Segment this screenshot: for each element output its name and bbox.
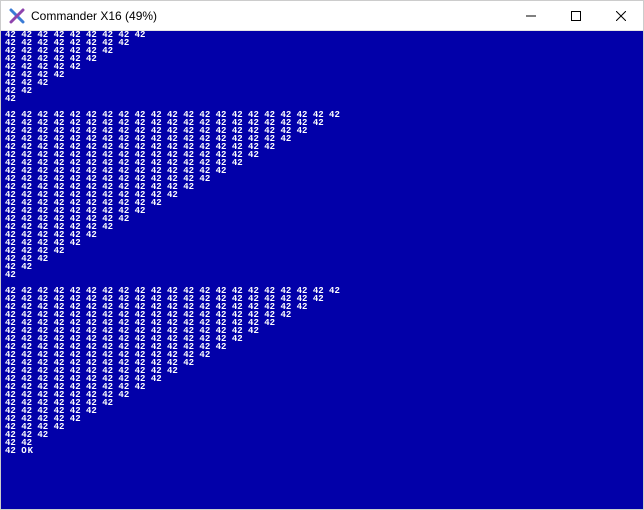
terminal-row: 42 — [5, 271, 340, 279]
minimize-button[interactable] — [508, 1, 553, 31]
terminal-row: 42 42 42 — [5, 255, 340, 263]
ok-prompt: OK — [21, 446, 34, 456]
terminal-row: 42 42 42 42 — [5, 247, 340, 255]
emulator-screen[interactable]: 42 42 42 42 42 42 42 42 4242 42 42 42 42… — [1, 31, 643, 509]
close-button[interactable] — [598, 1, 643, 31]
window-titlebar: Commander X16 (49%) — [1, 1, 643, 31]
terminal-output: 42 42 42 42 42 42 42 42 4242 42 42 42 42… — [5, 31, 340, 455]
close-icon — [616, 11, 626, 21]
terminal-row: 42 42 — [5, 439, 340, 447]
terminal-row: 42 42 42 42 — [5, 71, 340, 79]
terminal-row: 42 42 — [5, 263, 340, 271]
maximize-button[interactable] — [553, 1, 598, 31]
app-icon — [9, 8, 25, 24]
terminal-row: 42 42 42 — [5, 79, 340, 87]
terminal-row: 42 42 42 — [5, 431, 340, 439]
terminal-row: 42 42 42 42 — [5, 423, 340, 431]
terminal-row: 42 OK — [5, 447, 340, 455]
minimize-icon — [526, 11, 536, 21]
terminal-row: 42 — [5, 95, 340, 103]
window-title: Commander X16 (49%) — [31, 9, 157, 23]
maximize-icon — [571, 11, 581, 21]
terminal-row: 42 42 — [5, 87, 340, 95]
